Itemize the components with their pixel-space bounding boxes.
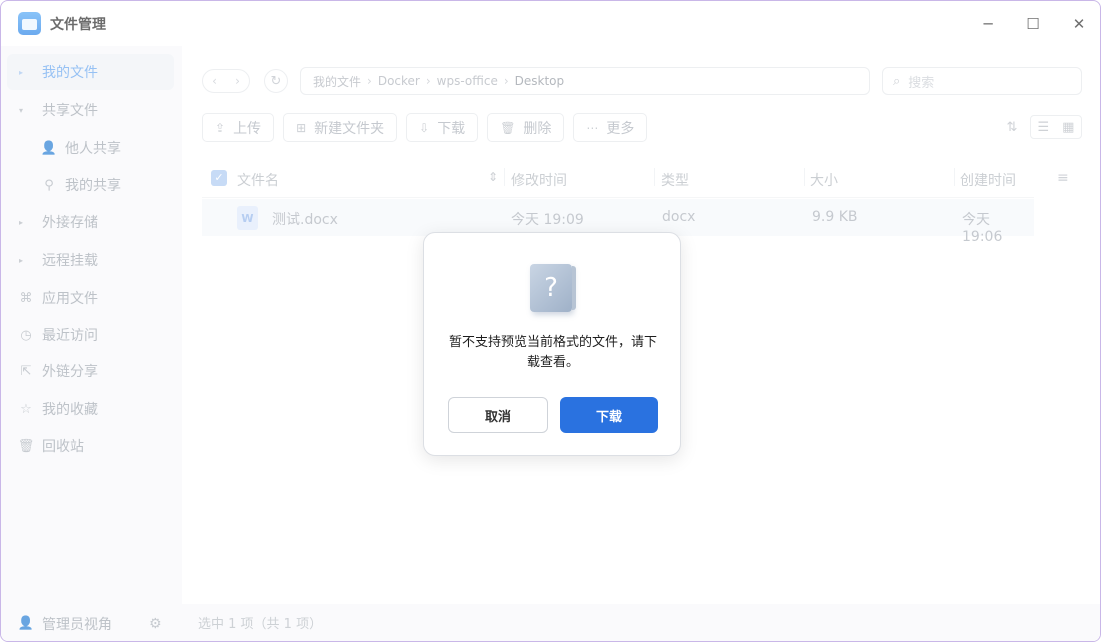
cancel-button[interactable]: 取消 [448,397,548,433]
app-window: 文件管理 ─ ☐ ✕ ▸ 我的文件 ▾ 共享文件 👤 他人共享 ⚲ 我的共享 ▸… [0,0,1101,642]
dialog-message: 暂不支持预览当前格式的文件，请下载查看。 [448,335,657,370]
dialog-download-button[interactable]: 下载 [560,397,658,433]
unknown-file-icon: ? [530,264,576,312]
preview-unsupported-dialog: ? 暂不支持预览当前格式的文件，请下载查看。 取消 下载 [423,232,681,456]
